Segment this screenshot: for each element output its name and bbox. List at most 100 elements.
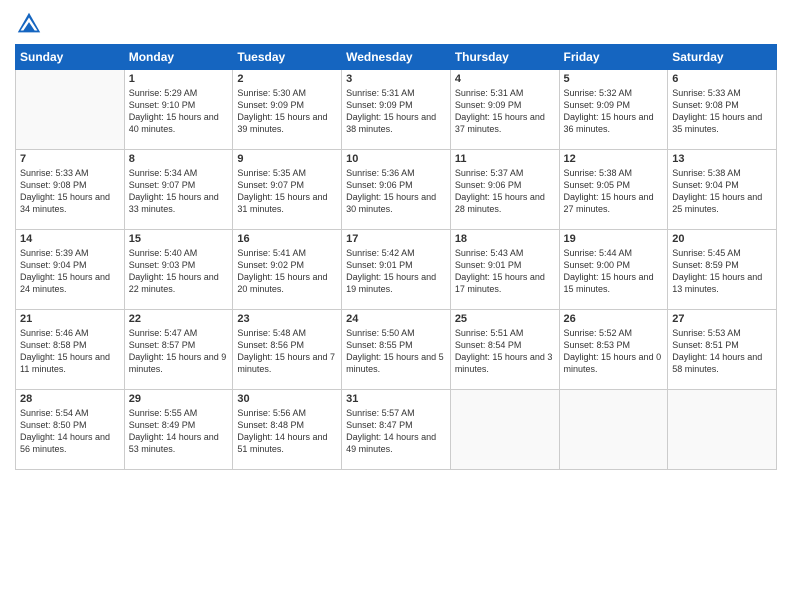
weekday-header-wednesday: Wednesday: [342, 45, 451, 70]
calendar-cell: 8 Sunrise: 5:34 AMSunset: 9:07 PMDaylight…: [124, 150, 233, 230]
calendar-cell: 24 Sunrise: 5:50 AMSunset: 8:55 PMDayligh…: [342, 310, 451, 390]
day-info: Sunrise: 5:44 AMSunset: 9:00 PMDaylight:…: [564, 247, 664, 296]
day-info: Sunrise: 5:57 AMSunset: 8:47 PMDaylight:…: [346, 407, 446, 456]
calendar-cell: 28 Sunrise: 5:54 AMSunset: 8:50 PMDayligh…: [16, 390, 125, 470]
calendar-cell: 25Sunrise: 5:51 AMSunset: 8:54 PMDayligh…: [450, 310, 559, 390]
calendar-cell: 17 Sunrise: 5:42 AMSunset: 9:01 PMDayligh…: [342, 230, 451, 310]
calendar-cell: [16, 70, 125, 150]
day-info: Sunrise: 5:42 AMSunset: 9:01 PMDaylight:…: [346, 247, 446, 296]
header: [15, 10, 777, 38]
day-info: Sunrise: 5:55 AMSunset: 8:49 PMDaylight:…: [129, 407, 229, 456]
page: SundayMondayTuesdayWednesdayThursdayFrid…: [0, 0, 792, 612]
day-info: Sunrise: 5:39 AMSunset: 9:04 PMDaylight:…: [20, 247, 120, 296]
calendar-cell: 6Sunrise: 5:33 AMSunset: 9:08 PMDaylight…: [668, 70, 777, 150]
day-number: 3: [346, 73, 446, 85]
calendar-cell: 20 Sunrise: 5:45 AMSunset: 8:59 PMDayligh…: [668, 230, 777, 310]
day-info: Sunrise: 5:46 AMSunset: 8:58 PMDaylight:…: [20, 327, 120, 376]
calendar-cell: 4 Sunrise: 5:31 AMSunset: 9:09 PMDaylight…: [450, 70, 559, 150]
calendar-week-5: 28 Sunrise: 5:54 AMSunset: 8:50 PMDayligh…: [16, 390, 777, 470]
logo-icon: [15, 10, 43, 38]
calendar-week-1: 1Sunrise: 5:29 AMSunset: 9:10 PMDaylight…: [16, 70, 777, 150]
day-number: 7: [20, 153, 120, 165]
weekday-header-tuesday: Tuesday: [233, 45, 342, 70]
day-info: Sunrise: 5:31 AMSunset: 9:09 PMDaylight:…: [346, 87, 446, 136]
calendar-cell: 31 Sunrise: 5:57 AMSunset: 8:47 PMDayligh…: [342, 390, 451, 470]
day-number: 16: [237, 233, 337, 245]
day-number: 24: [346, 313, 446, 325]
calendar-cell: 18Sunrise: 5:43 AMSunset: 9:01 PMDayligh…: [450, 230, 559, 310]
calendar-week-2: 7 Sunrise: 5:33 AMSunset: 9:08 PMDaylight…: [16, 150, 777, 230]
day-info: Sunrise: 5:37 AMSunset: 9:06 PMDaylight:…: [455, 167, 555, 216]
day-info: Sunrise: 5:53 AMSunset: 8:51 PMDaylight:…: [672, 327, 772, 376]
calendar-cell: 21 Sunrise: 5:46 AMSunset: 8:58 PMDayligh…: [16, 310, 125, 390]
day-number: 19: [564, 233, 664, 245]
day-number: 29: [129, 393, 229, 405]
day-info: Sunrise: 5:31 AMSunset: 9:09 PMDaylight:…: [455, 87, 555, 136]
calendar-cell: 10 Sunrise: 5:36 AMSunset: 9:06 PMDayligh…: [342, 150, 451, 230]
calendar-cell: 19 Sunrise: 5:44 AMSunset: 9:00 PMDayligh…: [559, 230, 668, 310]
calendar-cell: 27 Sunrise: 5:53 AMSunset: 8:51 PMDayligh…: [668, 310, 777, 390]
day-number: 17: [346, 233, 446, 245]
calendar-cell: 26 Sunrise: 5:52 AMSunset: 8:53 PMDayligh…: [559, 310, 668, 390]
calendar-cell: 5Sunrise: 5:32 AMSunset: 9:09 PMDaylight…: [559, 70, 668, 150]
day-number: 11: [455, 153, 555, 165]
weekday-header-sunday: Sunday: [16, 45, 125, 70]
day-number: 12: [564, 153, 664, 165]
weekday-header-friday: Friday: [559, 45, 668, 70]
day-number: 31: [346, 393, 446, 405]
calendar-cell: 7 Sunrise: 5:33 AMSunset: 9:08 PMDaylight…: [16, 150, 125, 230]
calendar-cell: 1Sunrise: 5:29 AMSunset: 9:10 PMDaylight…: [124, 70, 233, 150]
weekday-header-monday: Monday: [124, 45, 233, 70]
calendar-cell: 30Sunrise: 5:56 AMSunset: 8:48 PMDayligh…: [233, 390, 342, 470]
calendar-week-3: 14 Sunrise: 5:39 AMSunset: 9:04 PMDayligh…: [16, 230, 777, 310]
day-info: Sunrise: 5:38 AMSunset: 9:05 PMDaylight:…: [564, 167, 664, 216]
calendar-cell: 16Sunrise: 5:41 AMSunset: 9:02 PMDayligh…: [233, 230, 342, 310]
day-number: 8: [129, 153, 229, 165]
calendar-cell: 23Sunrise: 5:48 AMSunset: 8:56 PMDayligh…: [233, 310, 342, 390]
day-info: Sunrise: 5:43 AMSunset: 9:01 PMDaylight:…: [455, 247, 555, 296]
day-info: Sunrise: 5:45 AMSunset: 8:59 PMDaylight:…: [672, 247, 772, 296]
calendar-cell: 2Sunrise: 5:30 AMSunset: 9:09 PMDaylight…: [233, 70, 342, 150]
day-number: 26: [564, 313, 664, 325]
day-info: Sunrise: 5:52 AMSunset: 8:53 PMDaylight:…: [564, 327, 664, 376]
calendar-cell: 22 Sunrise: 5:47 AMSunset: 8:57 PMDayligh…: [124, 310, 233, 390]
day-number: 13: [672, 153, 772, 165]
day-info: Sunrise: 5:29 AMSunset: 9:10 PMDaylight:…: [129, 87, 229, 136]
weekday-header-saturday: Saturday: [668, 45, 777, 70]
calendar-table: SundayMondayTuesdayWednesdayThursdayFrid…: [15, 44, 777, 470]
day-number: 4: [455, 73, 555, 85]
calendar-cell: 9Sunrise: 5:35 AMSunset: 9:07 PMDaylight…: [233, 150, 342, 230]
day-number: 22: [129, 313, 229, 325]
calendar-cell: 15Sunrise: 5:40 AMSunset: 9:03 PMDayligh…: [124, 230, 233, 310]
day-number: 2: [237, 73, 337, 85]
day-info: Sunrise: 5:47 AMSunset: 8:57 PMDaylight:…: [129, 327, 229, 376]
day-number: 10: [346, 153, 446, 165]
day-info: Sunrise: 5:36 AMSunset: 9:06 PMDaylight:…: [346, 167, 446, 216]
day-number: 28: [20, 393, 120, 405]
calendar-cell: 29 Sunrise: 5:55 AMSunset: 8:49 PMDayligh…: [124, 390, 233, 470]
calendar-cell: [450, 390, 559, 470]
calendar-cell: 13 Sunrise: 5:38 AMSunset: 9:04 PMDayligh…: [668, 150, 777, 230]
calendar-cell: 12 Sunrise: 5:38 AMSunset: 9:05 PMDayligh…: [559, 150, 668, 230]
calendar-week-4: 21 Sunrise: 5:46 AMSunset: 8:58 PMDayligh…: [16, 310, 777, 390]
weekday-header-row: SundayMondayTuesdayWednesdayThursdayFrid…: [16, 45, 777, 70]
logo: [15, 10, 47, 38]
day-info: Sunrise: 5:34 AMSunset: 9:07 PMDaylight:…: [129, 167, 229, 216]
calendar-cell: 14 Sunrise: 5:39 AMSunset: 9:04 PMDayligh…: [16, 230, 125, 310]
day-number: 23: [237, 313, 337, 325]
calendar-cell: [668, 390, 777, 470]
day-info: Sunrise: 5:50 AMSunset: 8:55 PMDaylight:…: [346, 327, 446, 376]
day-info: Sunrise: 5:35 AMSunset: 9:07 PMDaylight:…: [237, 167, 337, 216]
day-info: Sunrise: 5:38 AMSunset: 9:04 PMDaylight:…: [672, 167, 772, 216]
day-number: 14: [20, 233, 120, 245]
calendar-cell: 11 Sunrise: 5:37 AMSunset: 9:06 PMDayligh…: [450, 150, 559, 230]
day-number: 27: [672, 313, 772, 325]
day-info: Sunrise: 5:40 AMSunset: 9:03 PMDaylight:…: [129, 247, 229, 296]
day-number: 30: [237, 393, 337, 405]
day-info: Sunrise: 5:33 AMSunset: 9:08 PMDaylight:…: [20, 167, 120, 216]
day-info: Sunrise: 5:33 AMSunset: 9:08 PMDaylight:…: [672, 87, 772, 136]
day-info: Sunrise: 5:32 AMSunset: 9:09 PMDaylight:…: [564, 87, 664, 136]
day-number: 21: [20, 313, 120, 325]
day-info: Sunrise: 5:54 AMSunset: 8:50 PMDaylight:…: [20, 407, 120, 456]
day-number: 20: [672, 233, 772, 245]
